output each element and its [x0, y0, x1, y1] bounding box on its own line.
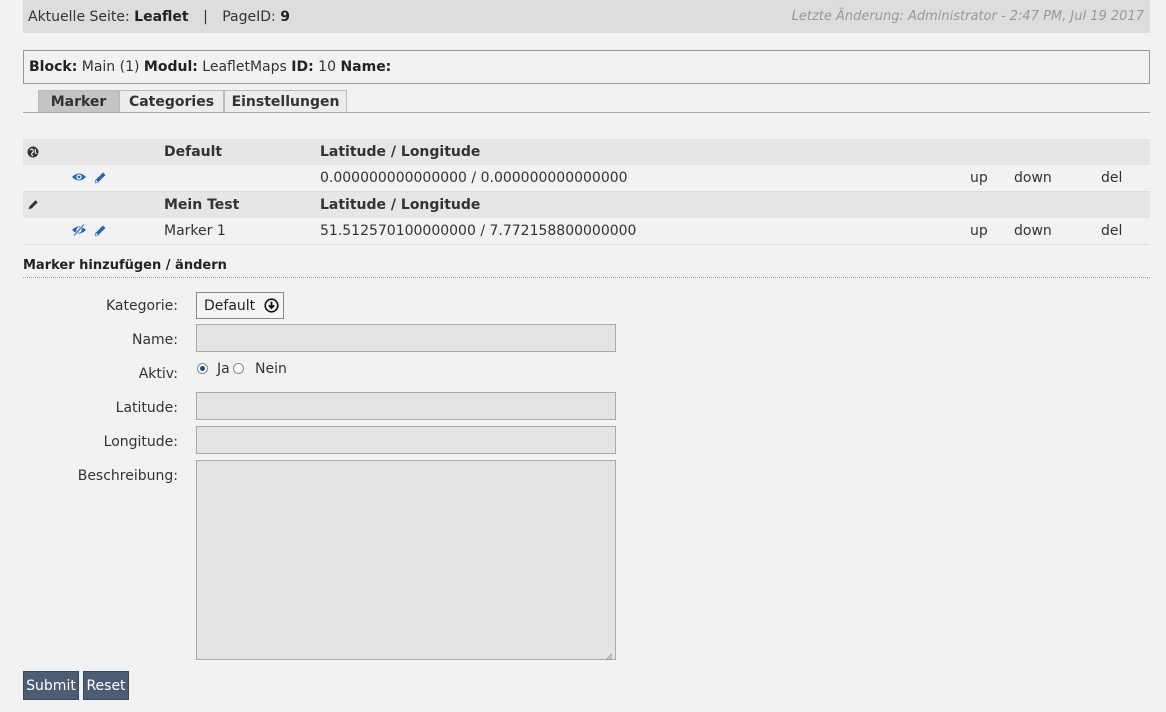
modul-label: Modul: — [143, 59, 198, 75]
last-change-info: Letzte Änderung: Administrator - 2:47 PM… — [791, 9, 1144, 24]
eye-slash-icon[interactable] — [71, 223, 87, 238]
form-title: Marker hinzufügen / ändern — [23, 258, 1150, 278]
move-up-link[interactable]: up — [970, 165, 988, 191]
beschreibung-label: Beschreibung: — [77, 468, 178, 484]
resize-handle-icon[interactable] — [605, 649, 613, 661]
aktiv-no-radio[interactable] — [233, 363, 244, 374]
eye-icon[interactable] — [71, 171, 87, 185]
marker-actions — [71, 218, 115, 244]
move-up-link[interactable]: up — [970, 218, 988, 244]
current-page-name: Leaflet — [134, 8, 189, 25]
latitude-label: Latitude: — [115, 400, 178, 416]
group-header-row: Default Latitude / Longitude — [23, 139, 1150, 165]
aktiv-label: Aktiv: — [138, 366, 178, 382]
move-down-link[interactable]: down — [1014, 165, 1052, 191]
block-label: Block: — [29, 59, 78, 75]
aktiv-no-label: Nein — [255, 361, 287, 377]
pencil-icon[interactable] — [93, 224, 109, 238]
table-row: Marker 1 51.512570100000000 / 7.77215880… — [23, 218, 1150, 245]
reset-button[interactable]: Reset — [83, 671, 129, 700]
group-name: Mein Test — [164, 197, 240, 213]
pageid-prefix: PageID: — [222, 8, 276, 25]
marker-list: Default Latitude / Longitude 0.000000000… — [23, 139, 1150, 245]
latitude-field[interactable] — [196, 392, 616, 420]
tab-einstellungen[interactable]: Einstellungen — [224, 90, 347, 112]
latlng-header: Latitude / Longitude — [320, 197, 481, 213]
marker-name: Marker 1 — [164, 223, 226, 239]
current-page-info: Aktuelle Seite: Leaflet | PageID: 9 — [28, 9, 290, 25]
delete-link[interactable]: del — [1101, 218, 1122, 244]
name-label: Name: — [131, 332, 178, 348]
tab-bar: Marker Categories Einstellungen — [23, 90, 1150, 113]
id-label: ID: — [291, 59, 314, 75]
group-name: Default — [164, 144, 223, 160]
marker-latlng: 51.512570100000000 / 7.772158800000000 — [320, 223, 637, 239]
block-value: Main (1) — [81, 59, 140, 75]
longitude-label: Longitude: — [103, 434, 178, 450]
pencil-icon[interactable] — [27, 192, 41, 218]
block-info-bar: Block: Main (1) Modul: LeafletMaps ID: 1… — [23, 50, 1150, 84]
kategorie-selected-value: Default — [204, 297, 256, 314]
current-page-prefix: Aktuelle Seite: — [28, 8, 130, 25]
kategorie-label: Kategorie: — [105, 298, 178, 314]
id-value: 10 — [318, 59, 336, 75]
tab-marker[interactable]: Marker — [38, 90, 119, 112]
page-info-bar: Aktuelle Seite: Leaflet | PageID: 9 Letz… — [23, 0, 1150, 33]
aktiv-yes-label: Ja — [217, 361, 230, 377]
tab-categories[interactable]: Categories — [119, 90, 224, 112]
aktiv-yes-radio[interactable] — [197, 363, 208, 374]
beschreibung-textarea[interactable] — [196, 460, 616, 661]
latlng-header: Latitude / Longitude — [320, 144, 481, 160]
longitude-field[interactable] — [196, 426, 616, 454]
group-header-row: Mein Test Latitude / Longitude — [23, 192, 1150, 218]
kategorie-select[interactable]: Default — [196, 292, 284, 319]
globe-icon — [27, 139, 41, 165]
pageid-value: 9 — [280, 8, 290, 25]
name-label: Name: — [340, 59, 392, 75]
name-field[interactable] — [196, 324, 616, 352]
modul-value: LeafletMaps — [202, 59, 287, 75]
pencil-icon[interactable] — [93, 171, 109, 185]
marker-actions — [71, 165, 115, 191]
submit-button[interactable]: Submit — [23, 671, 79, 700]
marker-latlng: 0.000000000000000 / 0.000000000000000 — [320, 170, 628, 186]
dropdown-arrow-icon — [264, 298, 279, 317]
delete-link[interactable]: del — [1101, 165, 1122, 191]
separator: | — [203, 8, 208, 25]
move-down-link[interactable]: down — [1014, 218, 1052, 244]
table-row: 0.000000000000000 / 0.000000000000000 up… — [23, 165, 1150, 192]
